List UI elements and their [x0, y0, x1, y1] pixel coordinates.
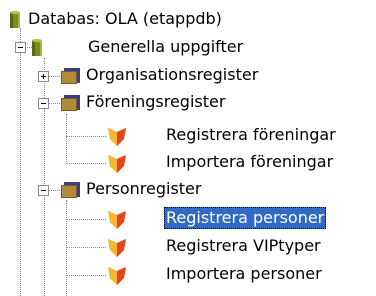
tree-connector [66, 275, 106, 276]
tree-node-label: Databas: OLA (etappdb) [28, 9, 222, 28]
tree-connector [66, 136, 106, 137]
form-icon [106, 125, 128, 151]
expand-toggle-organisationsregister[interactable] [38, 71, 49, 82]
tree-node-label: Registrera föreningar [166, 125, 336, 144]
tree-node-label: Importera personer [166, 264, 322, 283]
tree-connector [49, 103, 60, 104]
tree-node-foreningsregister[interactable]: Föreningsregister [60, 91, 360, 115]
form-icon [106, 236, 128, 262]
tree-node-root[interactable]: Databas: OLA (etappdb) [8, 8, 328, 32]
tree-node-organisationsregister[interactable]: Organisationsregister [60, 64, 360, 88]
tree-connector [66, 163, 106, 164]
tree-connector [20, 28, 21, 296]
tree-node-personregister[interactable]: Personregister [60, 178, 360, 202]
tree-node-generella-uppgifter[interactable]: Generella uppgifter [30, 36, 330, 60]
tree-node-importera-foreningar[interactable]: Importera föreningar [106, 151, 376, 175]
tree-view: Databas: OLA (etappdb) Generella uppgift… [0, 0, 376, 296]
tree-connector [49, 190, 60, 191]
collapse-toggle-generella[interactable] [15, 42, 26, 53]
tree-connector [66, 219, 106, 220]
tree-connector [44, 58, 45, 296]
tree-connector [66, 247, 106, 248]
tree-node-registrera-personer[interactable]: Registrera personer [106, 207, 376, 231]
tree-node-label: Personregister [86, 179, 202, 198]
form-icon [106, 208, 128, 234]
tree-node-label: Föreningsregister [86, 92, 226, 111]
tree-node-label: Importera föreningar [166, 152, 334, 171]
database-icon [30, 38, 44, 62]
folder-icon [60, 181, 82, 203]
tree-node-label: Organisationsregister [86, 65, 259, 84]
collapse-toggle-personregister[interactable] [38, 185, 49, 196]
tree-node-label: Registrera VIPtyper [166, 236, 321, 255]
tree-connector [66, 200, 67, 296]
tree-node-label: Generella uppgifter [88, 37, 244, 56]
tree-node-importera-personer[interactable]: Importera personer [106, 263, 376, 287]
form-icon [106, 152, 128, 178]
collapse-toggle-foreningsregister[interactable] [38, 98, 49, 109]
tree-node-registrera-viptyper[interactable]: Registrera VIPtyper [106, 235, 376, 259]
folder-icon [60, 94, 82, 116]
form-icon [106, 264, 128, 290]
folder-icon [60, 67, 82, 89]
tree-connector [49, 76, 60, 77]
tree-node-registrera-foreningar[interactable]: Registrera föreningar [106, 124, 376, 148]
database-icon [8, 10, 22, 34]
tree-node-label-selected: Registrera personer [164, 207, 327, 229]
tree-connector [66, 114, 67, 164]
